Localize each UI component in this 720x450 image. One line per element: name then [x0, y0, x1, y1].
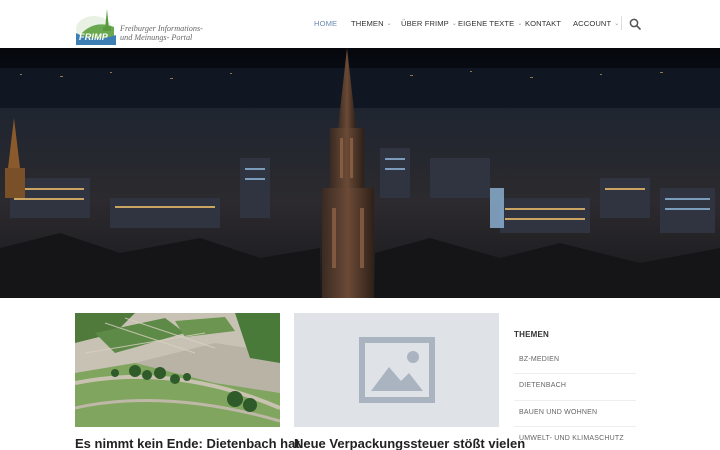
site-header: FRIMP Freiburger Informations- und Meinu…: [0, 0, 720, 48]
nav-item-eigene-texte[interactable]: EIGENE TEXTE ⌄: [458, 19, 522, 28]
nav-item-label: ACCOUNT: [573, 19, 612, 28]
search-icon[interactable]: [629, 18, 641, 30]
image-placeholder-icon: [358, 337, 435, 403]
nav-item-home[interactable]: HOME: [314, 19, 337, 28]
post-title[interactable]: Neue Verpackungssteuer stößt vielen: [294, 436, 525, 450]
sidebar-item-umwelt-und-klimaschutz[interactable]: UMWELT- UND KLIMASCHUTZ: [514, 427, 636, 450]
sidebar-item-dietenbach[interactable]: DIETENBACH: [514, 374, 636, 401]
main-navigation: HOME THEMEN ⌄ ÜBER FRIMP ⌄ EIGENE TEXTE ⌄ K…: [0, 0, 720, 48]
nav-item-label: EIGENE TEXTE: [458, 19, 515, 28]
nav-item-label: HOME: [314, 19, 338, 28]
aerial-field-image: [75, 313, 280, 427]
nav-item-label: THEMEN: [351, 19, 384, 28]
nav-divider: [621, 16, 622, 30]
sidebar-category-list: BZ-MEDIEN DIETENBACH BAUEN UND WOHNEN UM…: [514, 348, 636, 450]
hero-image: [0, 48, 720, 298]
chevron-down-icon: ⌄: [386, 21, 392, 27]
nav-item-themen[interactable]: THEMEN ⌄: [351, 19, 392, 28]
sidebar-item-bz-medien[interactable]: BZ-MEDIEN: [514, 348, 636, 375]
post-title[interactable]: Es nimmt kein Ende: Dietenbach hat: [75, 436, 300, 450]
chevron-down-icon: ⌄: [451, 21, 457, 27]
post-thumbnail-placeholder[interactable]: [294, 313, 499, 427]
nav-item-account[interactable]: ACCOUNT ⌄: [573, 19, 619, 28]
nav-item-ueber-frimp[interactable]: ÜBER FRIMP ⌄: [401, 19, 457, 28]
hero-cityscape-illustration: [0, 48, 720, 298]
nav-item-label: ÜBER FRIMP: [401, 19, 449, 28]
nav-item-label: KONTAKT: [525, 19, 561, 28]
chevron-down-icon: ⌄: [517, 21, 523, 27]
chevron-down-icon: ⌄: [614, 21, 620, 27]
sidebar-item-bauen-und-wohnen[interactable]: BAUEN UND WOHNEN: [514, 401, 636, 428]
sidebar-widget-title: THEMEN: [514, 330, 549, 339]
nav-item-kontakt[interactable]: KONTAKT: [525, 19, 561, 28]
post-thumbnail-aerial-field[interactable]: [75, 313, 280, 427]
